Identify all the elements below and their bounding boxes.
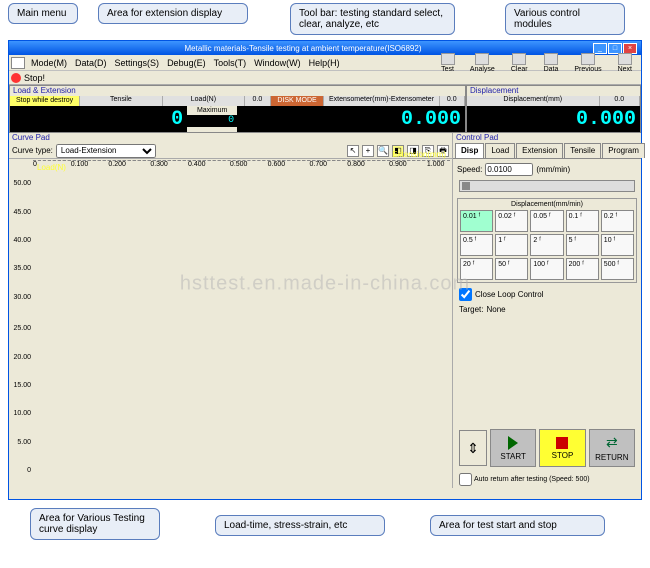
speed-row: Speed: (mm/min) [453,159,641,180]
menu-tools[interactable]: Tools(T) [210,58,251,68]
callout-curvearea: Area for Various Testing curve display [30,508,160,540]
menu-debug[interactable]: Debug(E) [163,58,210,68]
pointer-icon[interactable]: ↖ [347,145,359,157]
disk-mode-badge: DISK MODE [271,96,325,106]
control-tabs: Disp Load Extension Tensile Program [453,143,641,159]
y-axis: 05.0010.00 15.0020.0025.00 30.0035.0040.… [11,159,33,474]
load-readout: 0 [10,106,187,132]
menu-help[interactable]: Help(H) [305,58,344,68]
maximum-readout: 0 [187,115,237,127]
preset-10[interactable]: 10 ᶠ [601,234,634,256]
stop-button[interactable]: STOP [539,429,585,467]
control-pad: Control Pad Disp Load Extension Tensile … [453,133,641,488]
return-button[interactable]: ⇄RETURN [589,429,635,467]
load-extension-panel: Load & Extension Stop while destroy Tens… [9,85,466,133]
window-title: Metallic materials-Tensile testing at am… [13,44,593,53]
tab-program[interactable]: Program [602,143,645,158]
speed-presets: Displacement(mm/min) 0.01 ᶠ0.02 ᶠ0.05 ᶠ0… [457,198,637,283]
readout-panels: Load & Extension Stop while destroy Tens… [9,85,641,133]
jog-button[interactable]: ⇕ [459,430,487,466]
preset-50[interactable]: 50 ᶠ [495,258,528,280]
menu-window[interactable]: Window(W) [250,58,305,68]
curve-pad: Curve Pad Curve type: Load-Extension ↖ +… [9,133,453,488]
menubar: Mode(M) Data(D) Settings(S) Debug(E) Too… [9,55,641,71]
curve-type-select[interactable]: Load-Extension [56,144,156,158]
preset-500[interactable]: 500 ᶠ [601,258,634,280]
callout-toolbar: Tool bar: testing standard select, clear… [290,3,455,35]
preset-0.02[interactable]: 0.02 ᶠ [495,210,528,232]
preset-5[interactable]: 5 ᶠ [566,234,599,256]
tab-load[interactable]: Load [485,143,515,158]
preset-1[interactable]: 1 ᶠ [495,234,528,256]
callout-startstop: Area for test start and stop [430,515,605,536]
preset-200[interactable]: 200 ᶠ [566,258,599,280]
crosshair-icon[interactable]: + [362,145,374,157]
menu-settings[interactable]: Settings(S) [111,58,164,68]
app-window: Metallic materials-Tensile testing at am… [8,40,642,500]
speed-input[interactable] [485,163,533,176]
callout-mainmenu: Main menu [8,3,78,24]
tab-disp[interactable]: Disp [455,143,484,158]
stop-label[interactable]: Stop! [24,73,45,83]
toolbar-clear[interactable]: Clear [504,53,535,73]
preset-2[interactable]: 2 ᶠ [530,234,563,256]
curve-toolbar: Curve type: Load-Extension ↖ + 🔍 ◧ ◨ ⎘ 🖶 [9,143,452,159]
displacement-readout: 0.000 [467,106,640,132]
stop-while-destroy[interactable]: Stop while destroy [10,96,80,106]
stop-icon[interactable] [11,73,21,83]
auto-return-checkbox[interactable] [459,473,472,486]
preset-0.1[interactable]: 0.1 ᶠ [566,210,599,232]
displacement-panel: Displacement Displacement(mm) 0.0 0.000 [466,85,641,133]
callout-modules: Various control modules [505,3,625,35]
target-value: None [486,305,505,314]
preset-100[interactable]: 100 ᶠ [530,258,563,280]
zoom-icon[interactable]: 🔍 [377,145,389,157]
tab-tensile[interactable]: Tensile [564,143,601,158]
preset-0.5[interactable]: 0.5 ᶠ [460,234,493,256]
x-axis: 00.1000.200 0.3000.4000.500 0.6000.7000.… [33,161,452,175]
stopbar: Stop! [9,71,641,85]
tab-extension[interactable]: Extension [516,143,563,158]
toolbar-analyze[interactable]: Analyse [463,53,502,73]
action-buttons: ⇕ START STOP ⇄RETURN [453,419,641,471]
close-loop-checkbox[interactable] [459,288,472,301]
preset-20[interactable]: 20 ᶠ [460,258,493,280]
callout-loadtime: Load-time, stress-strain, etc [215,515,385,536]
menu-mode[interactable]: Mode(M) [27,58,71,68]
extension-readout: 0.000 [237,106,465,132]
toolbar-data[interactable]: Data [537,53,566,73]
toolbar-test[interactable]: Test [434,53,461,73]
toolbar-next[interactable]: Next [611,53,639,73]
menu-data[interactable]: Data(D) [71,58,111,68]
app-icon [11,57,25,69]
speed-slider[interactable] [459,180,635,192]
curve-control-area: Curve Pad Curve type: Load-Extension ↖ +… [9,133,641,488]
preset-0.2[interactable]: 0.2 ᶠ [601,210,634,232]
preset-0.05[interactable]: 0.05 ᶠ [530,210,563,232]
start-button[interactable]: START [490,429,536,467]
preset-0.01[interactable]: 0.01 ᶠ [460,210,493,232]
callout-extdisplay: Area for extension display [98,3,248,24]
toolbar-previous[interactable]: Previous [567,53,608,73]
